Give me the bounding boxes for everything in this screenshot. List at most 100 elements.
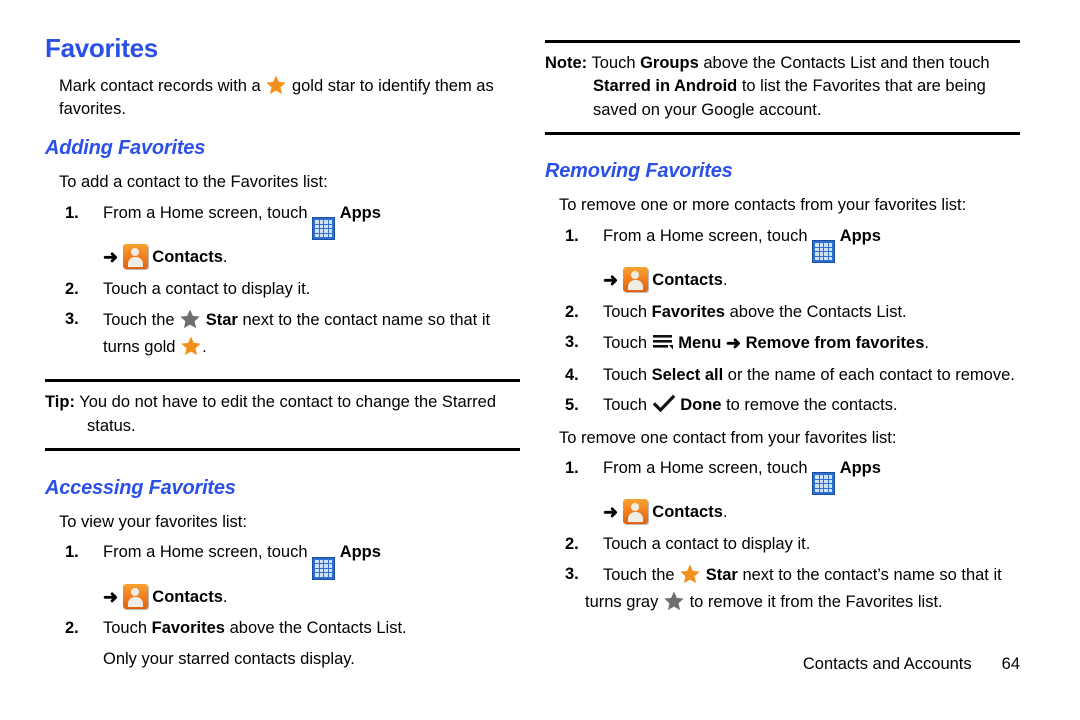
step-bold-contacts: Contacts bbox=[152, 248, 223, 267]
step-text-after-bold: above the Contacts List. bbox=[229, 619, 407, 638]
step-number: 5. bbox=[565, 396, 579, 415]
list-item: 2. Touch a contact to display it. bbox=[45, 278, 520, 301]
footer-page-number: 64 bbox=[1001, 655, 1020, 673]
step-text-before-icon: From a Home screen, touch bbox=[603, 226, 808, 245]
step-text-before-icon: From a Home screen, touch bbox=[103, 543, 308, 562]
arrow-right-icon: ➜ bbox=[103, 586, 119, 607]
list-item: 2. Touch Favorites above the Contacts Li… bbox=[545, 301, 1020, 324]
step-text-before-bold: Touch bbox=[603, 302, 648, 321]
gold-star-icon bbox=[180, 335, 202, 357]
heading-accessing-favorites: Accessing Favorites bbox=[45, 477, 236, 500]
step-suffix: . bbox=[222, 587, 228, 606]
step-bold-apps: Apps bbox=[339, 203, 381, 222]
list-item: 3. Touch the Star next to the contact’s … bbox=[545, 563, 1020, 587]
cont-text-after-star: to remove it from the Favorites list. bbox=[689, 592, 943, 611]
arrow-right-icon: ➜ bbox=[603, 270, 619, 291]
step-number: 3. bbox=[65, 310, 79, 329]
step-number: 1. bbox=[65, 203, 79, 222]
note-part2: above the Contacts List and then touch bbox=[703, 54, 990, 72]
arrow-right-icon: ➜ bbox=[603, 502, 619, 523]
adding-step1-subline: ➜ Contacts. bbox=[45, 244, 520, 271]
step-text-before-icon: From a Home screen, touch bbox=[103, 203, 308, 222]
accessing-steps-list: 1. From a Home screen, touch Apps ➜ Cont… bbox=[45, 541, 520, 671]
step-bold-apps: Apps bbox=[839, 226, 881, 245]
step-bold-contacts: Contacts bbox=[652, 271, 723, 290]
list-item: 4. Touch Select all or the name of each … bbox=[545, 364, 1020, 387]
contacts-person-icon bbox=[622, 267, 648, 293]
removing-multi-step1-subline: ➜ Contacts. bbox=[545, 267, 1020, 294]
intro-text-before-star: Mark contact records with a bbox=[59, 76, 261, 95]
gray-star-icon bbox=[179, 308, 201, 330]
step-number: 1. bbox=[565, 458, 579, 477]
accessing-lead: To view your favorites list: bbox=[59, 513, 247, 532]
step-suffix: . bbox=[222, 248, 228, 267]
note-bold-groups: Groups bbox=[640, 54, 699, 72]
step-bold-contacts: Contacts bbox=[152, 587, 223, 606]
removing-single-lead: To remove one contact from your favorite… bbox=[559, 428, 897, 447]
contacts-person-icon bbox=[122, 583, 148, 609]
apps-grid-icon bbox=[812, 472, 836, 496]
step-bold-apps: Apps bbox=[339, 543, 381, 562]
footer-section-title: Contacts and Accounts bbox=[802, 655, 972, 673]
step-bold-apps: Apps bbox=[839, 458, 881, 477]
note-callout: Note: Touch Groups above the Contacts Li… bbox=[545, 40, 1020, 136]
heading-adding-favorites: Adding Favorites bbox=[45, 137, 206, 160]
adding-step3-continuation: turns gold . bbox=[45, 335, 520, 359]
step-text-before-star: Touch the bbox=[103, 311, 175, 330]
list-item: 5. Touch Done to remove the contacts. bbox=[545, 394, 1020, 417]
list-item: 1. From a Home screen, touch Apps bbox=[545, 457, 1020, 496]
page-footer: Contacts and Accounts 64 bbox=[545, 655, 1020, 674]
cont-text-before-star: turns gray bbox=[585, 592, 659, 611]
intro-paragraph: Mark contact records with a gold star to… bbox=[59, 74, 521, 122]
note-part1: Touch bbox=[591, 54, 636, 72]
tip-label: Tip: bbox=[45, 393, 75, 412]
step-text-before-icon: From a Home screen, touch bbox=[603, 458, 808, 477]
step-text: Touch a contact to display it. bbox=[103, 279, 311, 298]
step-number: 4. bbox=[565, 365, 579, 384]
arrow-right-icon: ➜ bbox=[725, 333, 741, 354]
step-text-after-bold: to remove the contacts. bbox=[726, 396, 898, 415]
step-bold-done: Done bbox=[680, 396, 722, 415]
gold-star-icon bbox=[679, 563, 701, 585]
note-text: Note: Touch Groups above the Contacts Li… bbox=[545, 52, 1020, 122]
removing-multi-steps-list: 1. From a Home screen, touch Apps ➜ Cont… bbox=[545, 225, 1020, 418]
step-bold-favorites: Favorites bbox=[151, 619, 225, 638]
step-bold-remove-action: Remove from favorites bbox=[745, 334, 925, 353]
step-suffix: . bbox=[924, 334, 929, 353]
accessing-trailing-text: Only your starred contacts display. bbox=[103, 649, 355, 668]
menu-icon bbox=[652, 332, 674, 352]
cont-text-before-star: turns gold bbox=[103, 337, 176, 356]
heading-removing-favorites: Removing Favorites bbox=[545, 160, 733, 183]
left-column: Favorites Mark contact records with a go… bbox=[45, 34, 520, 671]
step-number: 3. bbox=[565, 333, 579, 352]
arrow-right-icon: ➜ bbox=[103, 247, 119, 268]
step-suffix: . bbox=[722, 271, 728, 290]
step-number: 1. bbox=[65, 543, 79, 562]
step-suffix: . bbox=[722, 503, 728, 522]
gray-star-icon bbox=[663, 590, 685, 612]
step-text-before-bold: Touch bbox=[603, 365, 648, 384]
step-text-after-bold: or the name of each contact to remove. bbox=[727, 365, 1015, 384]
step-number: 1. bbox=[565, 226, 579, 245]
step-bold-select-all: Select all bbox=[651, 365, 724, 384]
tip-body: You do not have to edit the contact to c… bbox=[79, 393, 497, 435]
contacts-person-icon bbox=[622, 499, 648, 525]
page-title: Favorites bbox=[45, 33, 158, 63]
list-item: 3. Touch the Star next to the contact na… bbox=[45, 308, 520, 332]
step-bold-star: Star bbox=[205, 311, 238, 330]
step-bold-contacts: Contacts bbox=[652, 503, 723, 522]
step-text: Touch a contact to display it. bbox=[603, 535, 811, 554]
step-number: 2. bbox=[565, 302, 579, 321]
contacts-person-icon bbox=[122, 244, 148, 270]
right-column: Note: Touch Groups above the Contacts Li… bbox=[545, 40, 1020, 614]
apps-grid-icon bbox=[812, 240, 836, 264]
list-item: 1. From a Home screen, touch Apps bbox=[45, 541, 520, 580]
list-item: 1. From a Home screen, touch Apps bbox=[45, 202, 520, 241]
step-text-before-star: Touch the bbox=[603, 566, 675, 585]
cont-text-after-star: . bbox=[202, 337, 207, 356]
step-number: 2. bbox=[65, 279, 79, 298]
list-item: 3. Touch Menu ➜ Remove from favorites. bbox=[545, 331, 1020, 357]
adding-steps-list: 1. From a Home screen, touch Apps ➜ Cont… bbox=[45, 202, 520, 359]
tip-text: Tip: You do not have to edit the contact… bbox=[45, 391, 520, 438]
step-bold-menu: Menu bbox=[678, 334, 722, 353]
